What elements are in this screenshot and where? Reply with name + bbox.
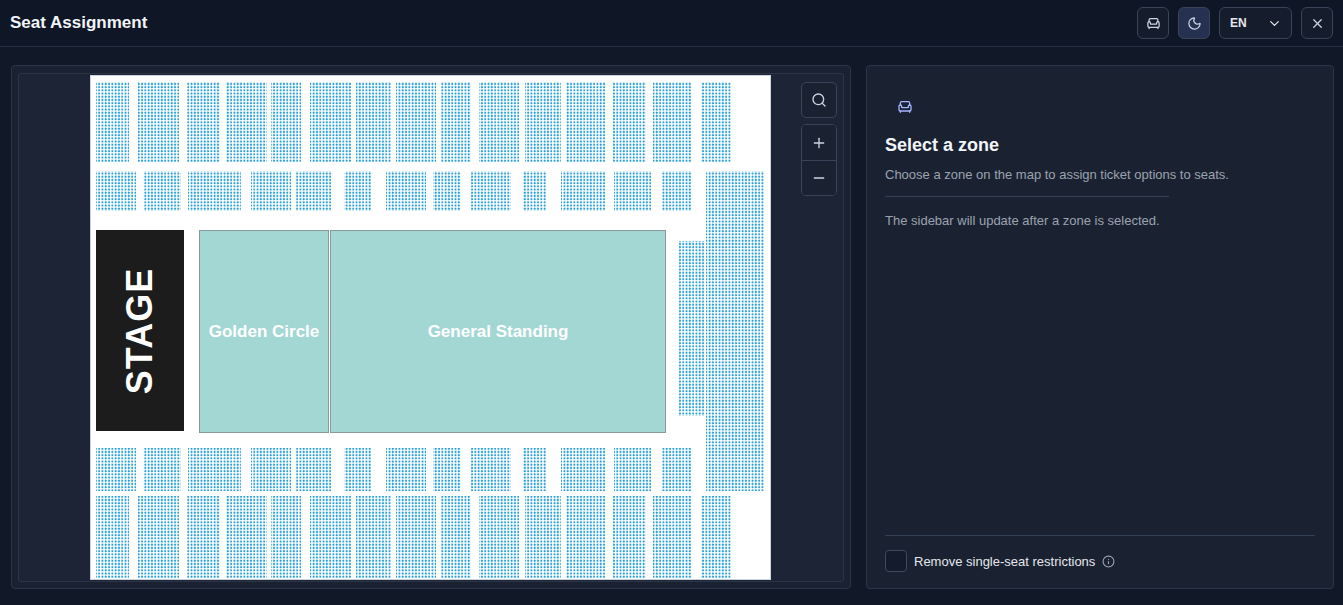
seat-section[interactable] — [96, 82, 129, 162]
seat-assignment-page: Seat Assignment EN STAGE Golden Circle Gener… — [0, 0, 1343, 605]
seat-section[interactable] — [138, 82, 179, 162]
page-title: Seat Assignment — [10, 13, 147, 33]
armchair-icon — [1146, 16, 1161, 31]
seat-section[interactable] — [251, 171, 291, 211]
seat-section[interactable] — [613, 496, 646, 578]
option-label: Remove single-seat restrictions — [914, 554, 1095, 569]
info-icon[interactable] — [1102, 555, 1115, 568]
seat-section[interactable] — [433, 171, 461, 211]
seat-section[interactable] — [226, 82, 267, 162]
sidebar-subtitle: Choose a zone on the map to assign ticke… — [885, 166, 1315, 184]
seat-section[interactable] — [396, 496, 436, 578]
seat-section[interactable] — [310, 496, 351, 578]
divider — [885, 535, 1315, 536]
body: STAGE Golden Circle General Standing Select… — [0, 47, 1343, 605]
standing-zone[interactable]: General Standing — [330, 230, 666, 433]
seat-section[interactable] — [479, 82, 519, 162]
single-seat-option[interactable]: Remove single-seat restrictions — [885, 536, 1315, 572]
sidebar-heading: Select a zone — [885, 135, 1315, 156]
language-select[interactable]: EN — [1219, 7, 1292, 39]
seat-section[interactable] — [661, 448, 691, 491]
seat-section[interactable] — [679, 241, 704, 416]
close-button[interactable] — [1301, 7, 1333, 39]
map-panel: STAGE Golden Circle General Standing — [11, 65, 851, 589]
seat-section[interactable] — [188, 171, 241, 211]
sidebar: Select a zone Choose a zone on the map to… — [866, 65, 1334, 589]
seat-section[interactable] — [356, 82, 391, 162]
seat-section[interactable] — [471, 171, 511, 211]
seat-section[interactable] — [701, 82, 731, 162]
reset-view-button[interactable] — [801, 82, 837, 118]
seat-section[interactable] — [144, 448, 181, 491]
seat-section[interactable] — [96, 171, 136, 211]
seat-section[interactable] — [613, 82, 646, 162]
checkbox[interactable] — [885, 550, 907, 572]
seat-section[interactable] — [525, 82, 561, 162]
divider — [885, 196, 1169, 197]
chevron-down-icon — [1267, 16, 1282, 31]
seat-section[interactable] — [441, 82, 471, 162]
moon-icon — [1187, 16, 1202, 31]
map-area[interactable]: STAGE Golden Circle General Standing — [18, 73, 844, 582]
seat-section[interactable] — [271, 82, 301, 162]
zone-label: Golden Circle — [209, 322, 320, 342]
zoom-in-button[interactable] — [802, 125, 836, 160]
armchair-icon — [897, 99, 913, 115]
seat-section[interactable] — [561, 171, 606, 211]
seat-section[interactable] — [661, 171, 691, 211]
seat-section[interactable] — [271, 496, 301, 578]
zone-label: STAGE — [119, 267, 161, 393]
seat-section[interactable] — [653, 496, 691, 578]
seat-section[interactable] — [525, 496, 561, 578]
seat-section[interactable] — [138, 496, 179, 578]
seat-section[interactable] — [561, 448, 606, 491]
seat-section[interactable] — [296, 171, 331, 211]
seat-section[interactable] — [226, 496, 267, 578]
seat-section[interactable] — [433, 448, 461, 491]
seat-section[interactable] — [566, 82, 606, 162]
seat-section[interactable] — [344, 448, 371, 491]
seat-section[interactable] — [706, 171, 764, 491]
seat-section[interactable] — [96, 496, 129, 578]
seat-section[interactable] — [653, 82, 691, 162]
seat-section[interactable] — [386, 448, 426, 491]
seat-section[interactable] — [144, 171, 181, 211]
seat-view-button[interactable] — [1137, 7, 1169, 39]
stage: STAGE — [96, 230, 184, 431]
standing-zone[interactable]: Golden Circle — [199, 230, 329, 433]
zoom-controls — [801, 75, 837, 580]
zoom-out-button[interactable] — [802, 160, 836, 195]
seat-section[interactable] — [396, 82, 436, 162]
seat-section[interactable] — [386, 171, 426, 211]
seat-section[interactable] — [566, 496, 606, 578]
seat-section[interactable] — [188, 448, 241, 491]
seat-section[interactable] — [344, 171, 371, 211]
zoom-group — [801, 124, 837, 196]
theme-toggle[interactable] — [1178, 7, 1210, 39]
seat-section[interactable] — [96, 448, 136, 491]
seat-section[interactable] — [701, 496, 731, 578]
sidebar-hint: The sidebar will update after a zone is … — [885, 213, 1315, 228]
plus-icon — [811, 135, 827, 151]
minus-icon — [811, 170, 827, 186]
seat-section[interactable] — [614, 171, 651, 211]
seat-section[interactable] — [251, 448, 291, 491]
seat-section[interactable] — [187, 496, 220, 578]
close-icon — [1310, 16, 1325, 31]
seat-section[interactable] — [523, 171, 546, 211]
seat-section[interactable] — [614, 448, 651, 491]
seat-map[interactable]: STAGE Golden Circle General Standing — [90, 75, 771, 580]
zone-label: General Standing — [428, 322, 569, 342]
seat-section[interactable] — [471, 448, 511, 491]
seat-section[interactable] — [523, 448, 546, 491]
toolbar: EN — [1137, 7, 1333, 39]
seat-section[interactable] — [310, 82, 351, 162]
seat-section[interactable] — [441, 496, 471, 578]
header: Seat Assignment EN — [0, 0, 1343, 47]
seat-section[interactable] — [479, 496, 519, 578]
seat-section[interactable] — [187, 82, 220, 162]
reset-search-icon — [811, 92, 827, 108]
seat-section[interactable] — [356, 496, 391, 578]
seat-section[interactable] — [296, 448, 331, 491]
